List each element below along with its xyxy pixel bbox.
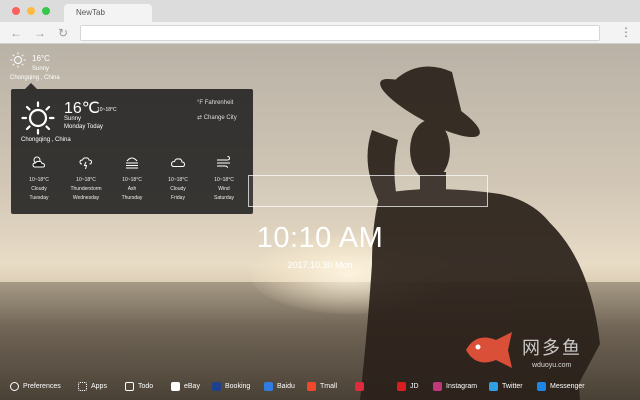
address-bar[interactable] <box>80 25 600 41</box>
messenger-link[interactable]: Messenger <box>537 379 585 393</box>
app-red-icon <box>355 381 364 391</box>
forward-button[interactable]: → <box>34 26 46 40</box>
change-city-button[interactable]: ⇄ Change City <box>197 114 237 121</box>
tab-title: NewTab <box>76 8 105 17</box>
grid-icon <box>78 381 87 391</box>
tmall-icon <box>307 381 316 391</box>
todo-button[interactable]: Todo <box>125 379 153 393</box>
maximize-window-button[interactable] <box>42 7 50 15</box>
jd-icon <box>397 381 406 391</box>
forecast-range: 10~18°C <box>168 177 188 183</box>
baidu-icon <box>264 381 273 391</box>
forecast-condition: Cloudy <box>31 186 47 192</box>
sun-icon[interactable] <box>10 52 26 68</box>
clock-time: 10:10 AM <box>256 222 384 254</box>
forecast-condition: Wind <box>218 186 230 192</box>
baidu-link[interactable]: Baidu <box>264 379 295 393</box>
current-range: 10~18°C <box>97 107 117 113</box>
forecast-weekday: Tuesday <box>29 195 49 201</box>
clock-date: 2017.10.30 Mon <box>287 260 353 270</box>
fahrenheit-toggle[interactable]: °F Fahrenheit <box>197 100 233 106</box>
watermark-url: wduoyu.com <box>532 362 572 369</box>
ash-icon <box>126 157 138 169</box>
wind-icon <box>217 156 231 168</box>
cloud-icon <box>170 158 186 167</box>
forecast-range: 10~18°C <box>214 177 234 183</box>
ebay-link[interactable]: eBay <box>171 379 200 393</box>
weather-mini-condition: Sunny <box>32 66 50 72</box>
weather-popup: 16℃ 10~18°C Sunny Monday Today °F Fahren… <box>11 83 253 214</box>
checkbox-icon <box>125 381 134 391</box>
browser-toolbar: ← → ↻ ⋮ <box>0 22 640 44</box>
forecast-range: 10~18°C <box>122 177 142 183</box>
reload-button[interactable]: ↻ <box>58 26 68 40</box>
jd-link[interactable]: JD <box>397 379 419 393</box>
fish-logo-icon <box>466 332 512 368</box>
weather-city: Chongqing , China <box>21 137 71 143</box>
forecast-day: 10~18°C Cloudy Friday <box>154 154 202 203</box>
bottom-bar: Preferences Apps Todo eBay Booking Baidu… <box>0 372 640 400</box>
forecast-weekday: Wednesday <box>72 195 100 201</box>
browser-tab[interactable]: NewTab <box>64 4 152 22</box>
forecast-day: 10~18°C Wind Saturday <box>200 154 248 203</box>
cloudy-sun-icon <box>32 156 46 168</box>
forecast-condition: Ash <box>127 186 137 192</box>
booking-link[interactable]: Booking <box>212 379 250 393</box>
ebay-icon <box>171 381 180 391</box>
twitter-icon <box>489 381 498 391</box>
apps-button[interactable]: Apps <box>78 379 107 393</box>
forecast-weekday: Saturday <box>213 195 234 201</box>
booking-icon <box>212 381 221 391</box>
preferences-button[interactable]: Preferences <box>10 379 61 393</box>
close-window-button[interactable] <box>12 7 20 15</box>
current-day: Monday Today <box>64 124 103 130</box>
instagram-link[interactable]: Instagram <box>433 379 477 393</box>
forecast-day: 10~18°C Ash Thursday <box>108 154 156 203</box>
current-condition: Sunny <box>64 116 82 122</box>
forecast-range: 10~18°C <box>76 177 96 183</box>
current-temp: 16℃ <box>64 100 100 117</box>
forecast-day: 10~18°C Cloudy Tuesday <box>15 154 63 203</box>
forecast-weekday: Friday <box>171 195 185 201</box>
messenger-icon <box>537 381 546 391</box>
forecast-day: 10~18°C Thunderstorm Wednesday <box>62 154 110 203</box>
app-red-link[interactable] <box>355 379 368 393</box>
thunderstorm-icon <box>79 157 93 170</box>
twitter-link[interactable]: Twitter <box>489 379 523 393</box>
gear-icon <box>10 381 19 391</box>
tmall-link[interactable]: Tmall <box>307 379 337 393</box>
tab-bar: NewTab <box>0 0 640 22</box>
forecast-condition: Thunderstorm <box>70 186 102 192</box>
back-button[interactable]: ← <box>10 26 22 40</box>
weather-mini-temp[interactable]: 16°C <box>32 54 50 63</box>
weather-mini-city: Chongqing , China <box>10 75 60 81</box>
sun-icon <box>21 101 55 135</box>
minimize-window-button[interactable] <box>27 7 35 15</box>
browser-menu-button[interactable]: ⋮ <box>620 25 632 39</box>
search-input[interactable] <box>248 175 488 207</box>
instagram-icon <box>433 381 442 391</box>
forecast-range: 10~18°C <box>29 177 49 183</box>
forecast-condition: Cloudy <box>170 186 186 192</box>
watermark-brand: 网多鱼 <box>522 338 582 359</box>
forecast-weekday: Thursday <box>121 195 143 201</box>
